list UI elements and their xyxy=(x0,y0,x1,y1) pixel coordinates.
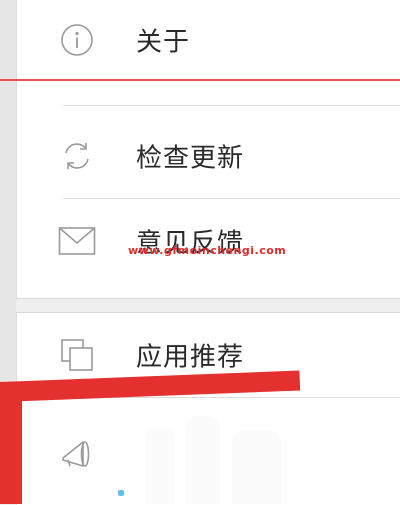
watermark: www.gfmoinchengi.com xyxy=(128,244,287,257)
menu-item-label: 应用推荐 xyxy=(136,342,245,373)
info-icon xyxy=(55,18,99,62)
menu-item-check-update[interactable]: 检查更新 xyxy=(17,116,400,196)
red-underline xyxy=(0,79,400,81)
megaphone-icon xyxy=(55,431,99,475)
refresh-icon xyxy=(55,134,99,178)
speck xyxy=(118,490,124,496)
mail-icon xyxy=(55,219,99,263)
menu-item-label: 关于 xyxy=(136,27,191,58)
smudge xyxy=(186,416,220,504)
smudge xyxy=(232,430,282,504)
copy-icon xyxy=(55,333,99,377)
menu-item-label: 检查更新 xyxy=(136,143,245,174)
divider xyxy=(63,198,400,199)
divider xyxy=(63,105,400,106)
menu-item-feedback[interactable]: 意见反馈 xyxy=(17,201,400,281)
highlight-box-edge-left xyxy=(0,386,22,504)
smudge xyxy=(146,428,174,504)
menu-item-about[interactable]: 关于 xyxy=(17,0,400,80)
